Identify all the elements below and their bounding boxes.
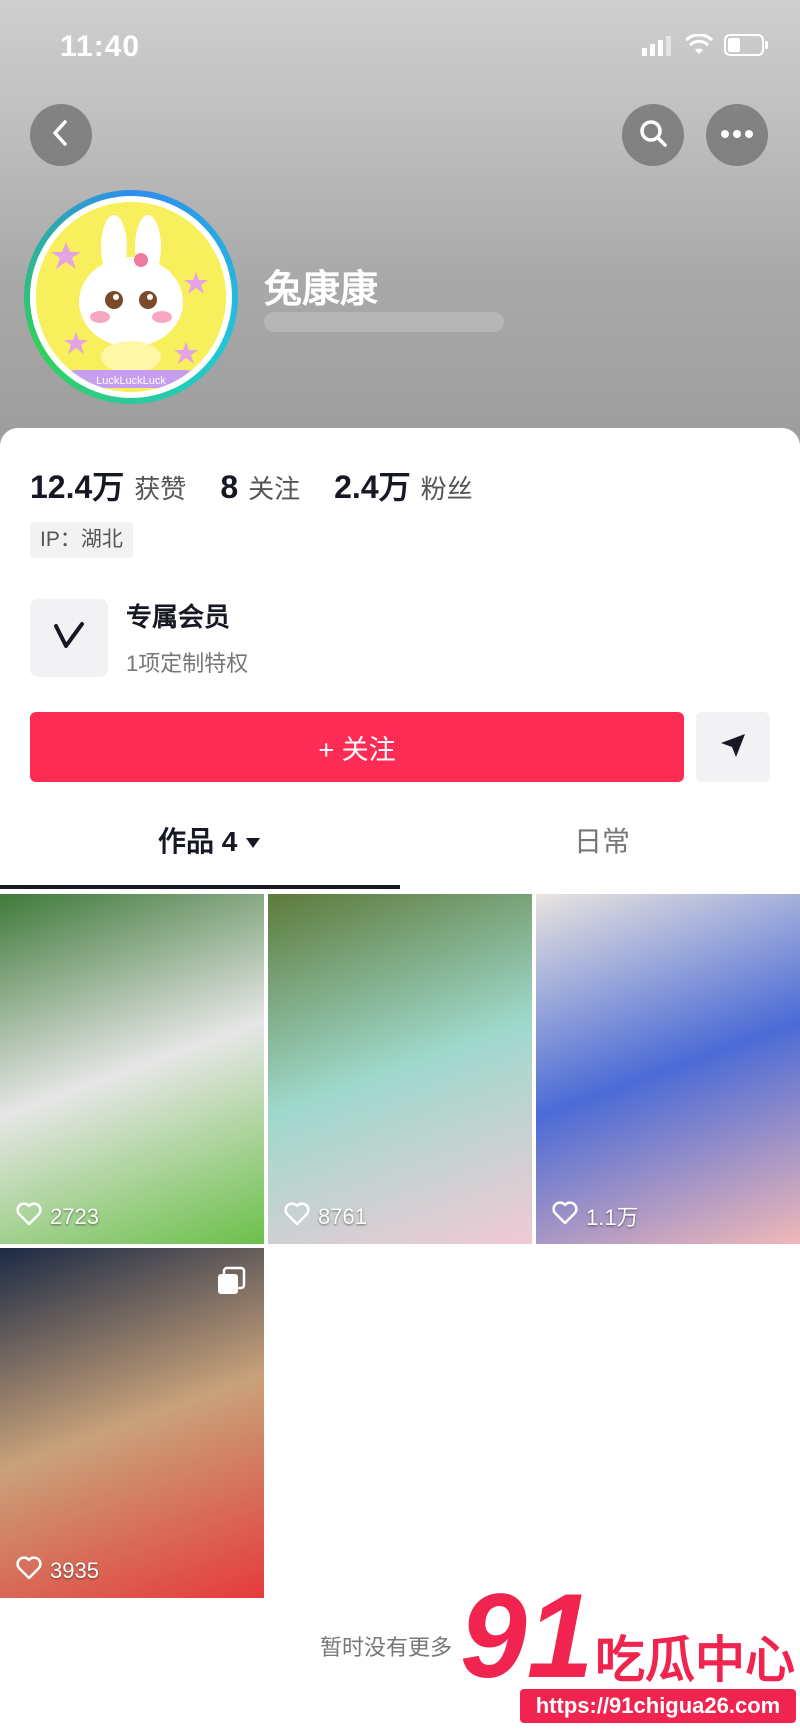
- heart-icon: [16, 1202, 42, 1232]
- back-button[interactable]: [30, 104, 92, 166]
- video-likes: 3935: [16, 1556, 99, 1586]
- followers-label[interactable]: 粉丝: [421, 469, 473, 506]
- wifi-icon: [684, 33, 714, 61]
- chevron-left-icon: [49, 119, 73, 152]
- video-likes: 1.1万: [552, 1200, 639, 1232]
- caret-down-icon: [245, 824, 261, 856]
- video-likes-count: 8761: [318, 1204, 367, 1229]
- video-likes-count: 1.1万: [586, 1205, 639, 1230]
- watermark-logo: 91 吃瓜中心 https://91chigua26.com: [460, 1569, 800, 1731]
- avatar-image: LuckLuckLuck: [36, 202, 226, 392]
- svg-text:LuckLuckLuck: LuckLuckLuck: [96, 375, 166, 387]
- followers-count[interactable]: 2.4万: [334, 462, 411, 508]
- heart-icon: [552, 1201, 578, 1231]
- content-tabs: 作品 4 日常: [0, 820, 800, 890]
- video-tile[interactable]: 2723: [0, 894, 264, 1244]
- heart-icon: [284, 1202, 310, 1232]
- stats-row: 12.4万 获赞 8 关注 2.4万 粉丝: [30, 462, 507, 508]
- video-likes: 8761: [284, 1202, 367, 1232]
- video-tile[interactable]: 1.1万: [536, 894, 800, 1244]
- search-button[interactable]: [622, 104, 684, 166]
- video-tile[interactable]: 8761: [268, 894, 532, 1244]
- following-count[interactable]: 8: [220, 469, 238, 506]
- tab-daily[interactable]: 日常: [574, 820, 630, 860]
- status-icons: [642, 33, 770, 61]
- svg-text:https://91chigua26.com: https://91chigua26.com: [536, 1693, 781, 1718]
- ip-location-tag: IP：湖北: [30, 522, 133, 558]
- membership-subtitle: 1项定制特权: [126, 651, 249, 676]
- more-dots-icon: [720, 126, 754, 144]
- svg-text:91: 91: [460, 1585, 593, 1703]
- tab-works-label: 作品 4: [158, 826, 238, 857]
- video-likes-count: 2723: [50, 1204, 99, 1229]
- likes-count: 12.4万: [30, 469, 125, 505]
- multi-photo-icon: [216, 1266, 246, 1301]
- likes-label: 获赞: [134, 474, 187, 504]
- no-more-content-text: 暂时没有更多: [320, 1635, 453, 1660]
- tab-daily-label: 日常: [574, 826, 631, 857]
- bunny-illustration-icon: LuckLuckLuck: [36, 202, 226, 392]
- heart-icon: [16, 1556, 42, 1586]
- v-membership-icon: [52, 620, 86, 655]
- status-time: 11:40: [60, 30, 141, 63]
- follow-button[interactable]: + 关注: [30, 712, 684, 782]
- svg-text:吃瓜中心: 吃瓜中心: [595, 1632, 795, 1688]
- membership-title: 专属会员: [126, 602, 231, 632]
- send-icon: [718, 730, 748, 765]
- membership-entry[interactable]: 专属会员 1项定制特权: [30, 597, 248, 678]
- blurred-signature: [264, 312, 504, 332]
- share-button[interactable]: [696, 712, 770, 782]
- video-likes-count: 3935: [50, 1558, 99, 1583]
- active-tab-indicator: [0, 885, 400, 889]
- signal-icon: [642, 34, 674, 61]
- membership-icon-box: [30, 598, 108, 677]
- profile-name: 兔康康: [264, 269, 379, 311]
- video-tile[interactable]: 3935: [0, 1248, 264, 1598]
- tab-works[interactable]: 作品 4: [158, 820, 261, 860]
- video-likes: 2723: [16, 1202, 99, 1232]
- battery-icon: [724, 34, 770, 61]
- avatar[interactable]: LuckLuckLuck: [24, 190, 238, 404]
- search-icon: [638, 118, 668, 153]
- following-label[interactable]: 关注: [248, 469, 300, 506]
- more-button[interactable]: [706, 104, 768, 166]
